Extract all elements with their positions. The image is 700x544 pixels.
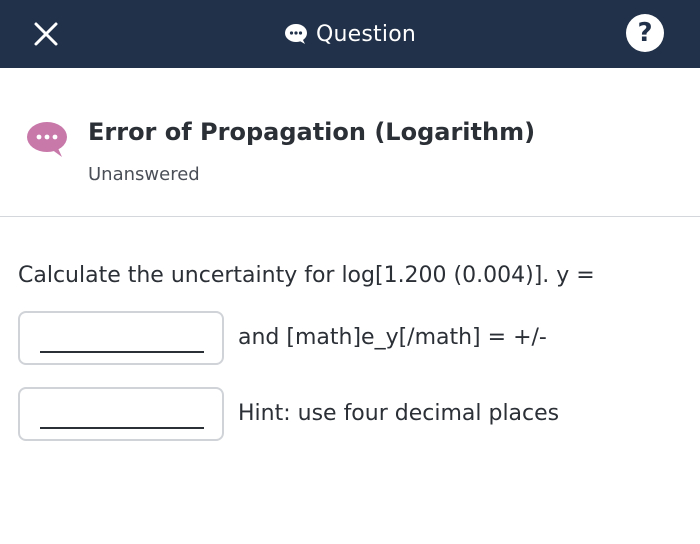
answer-underline (40, 351, 204, 353)
question-prompt: Calculate the uncertainty for log[1.200 … (18, 263, 595, 288)
question-status: Unanswered (88, 164, 200, 185)
chat-bubble-icon (27, 122, 67, 157)
top-bar: Question ? (0, 0, 700, 68)
answer-field-y[interactable] (18, 311, 224, 365)
chat-bubble-icon (285, 24, 307, 44)
help-button[interactable]: ? (626, 14, 664, 52)
answer-field-uncertainty[interactable] (18, 387, 224, 441)
hint-text: Hint: use four decimal places (238, 401, 560, 426)
answer-underline (40, 427, 204, 429)
answer-input-uncertainty[interactable] (40, 397, 204, 427)
question-header: Error of Propagation (Logarithm) Unanswe… (0, 68, 700, 217)
topbar-title: Question (316, 21, 416, 47)
topbar-title-group: Question (0, 0, 700, 68)
answer-input-y[interactable] (40, 321, 204, 351)
question-title: Error of Propagation (Logarithm) (88, 118, 536, 146)
help-icon: ? (637, 18, 653, 48)
answer-label-uncertainty: and [math]e_y[/math] = +/- (238, 325, 547, 350)
